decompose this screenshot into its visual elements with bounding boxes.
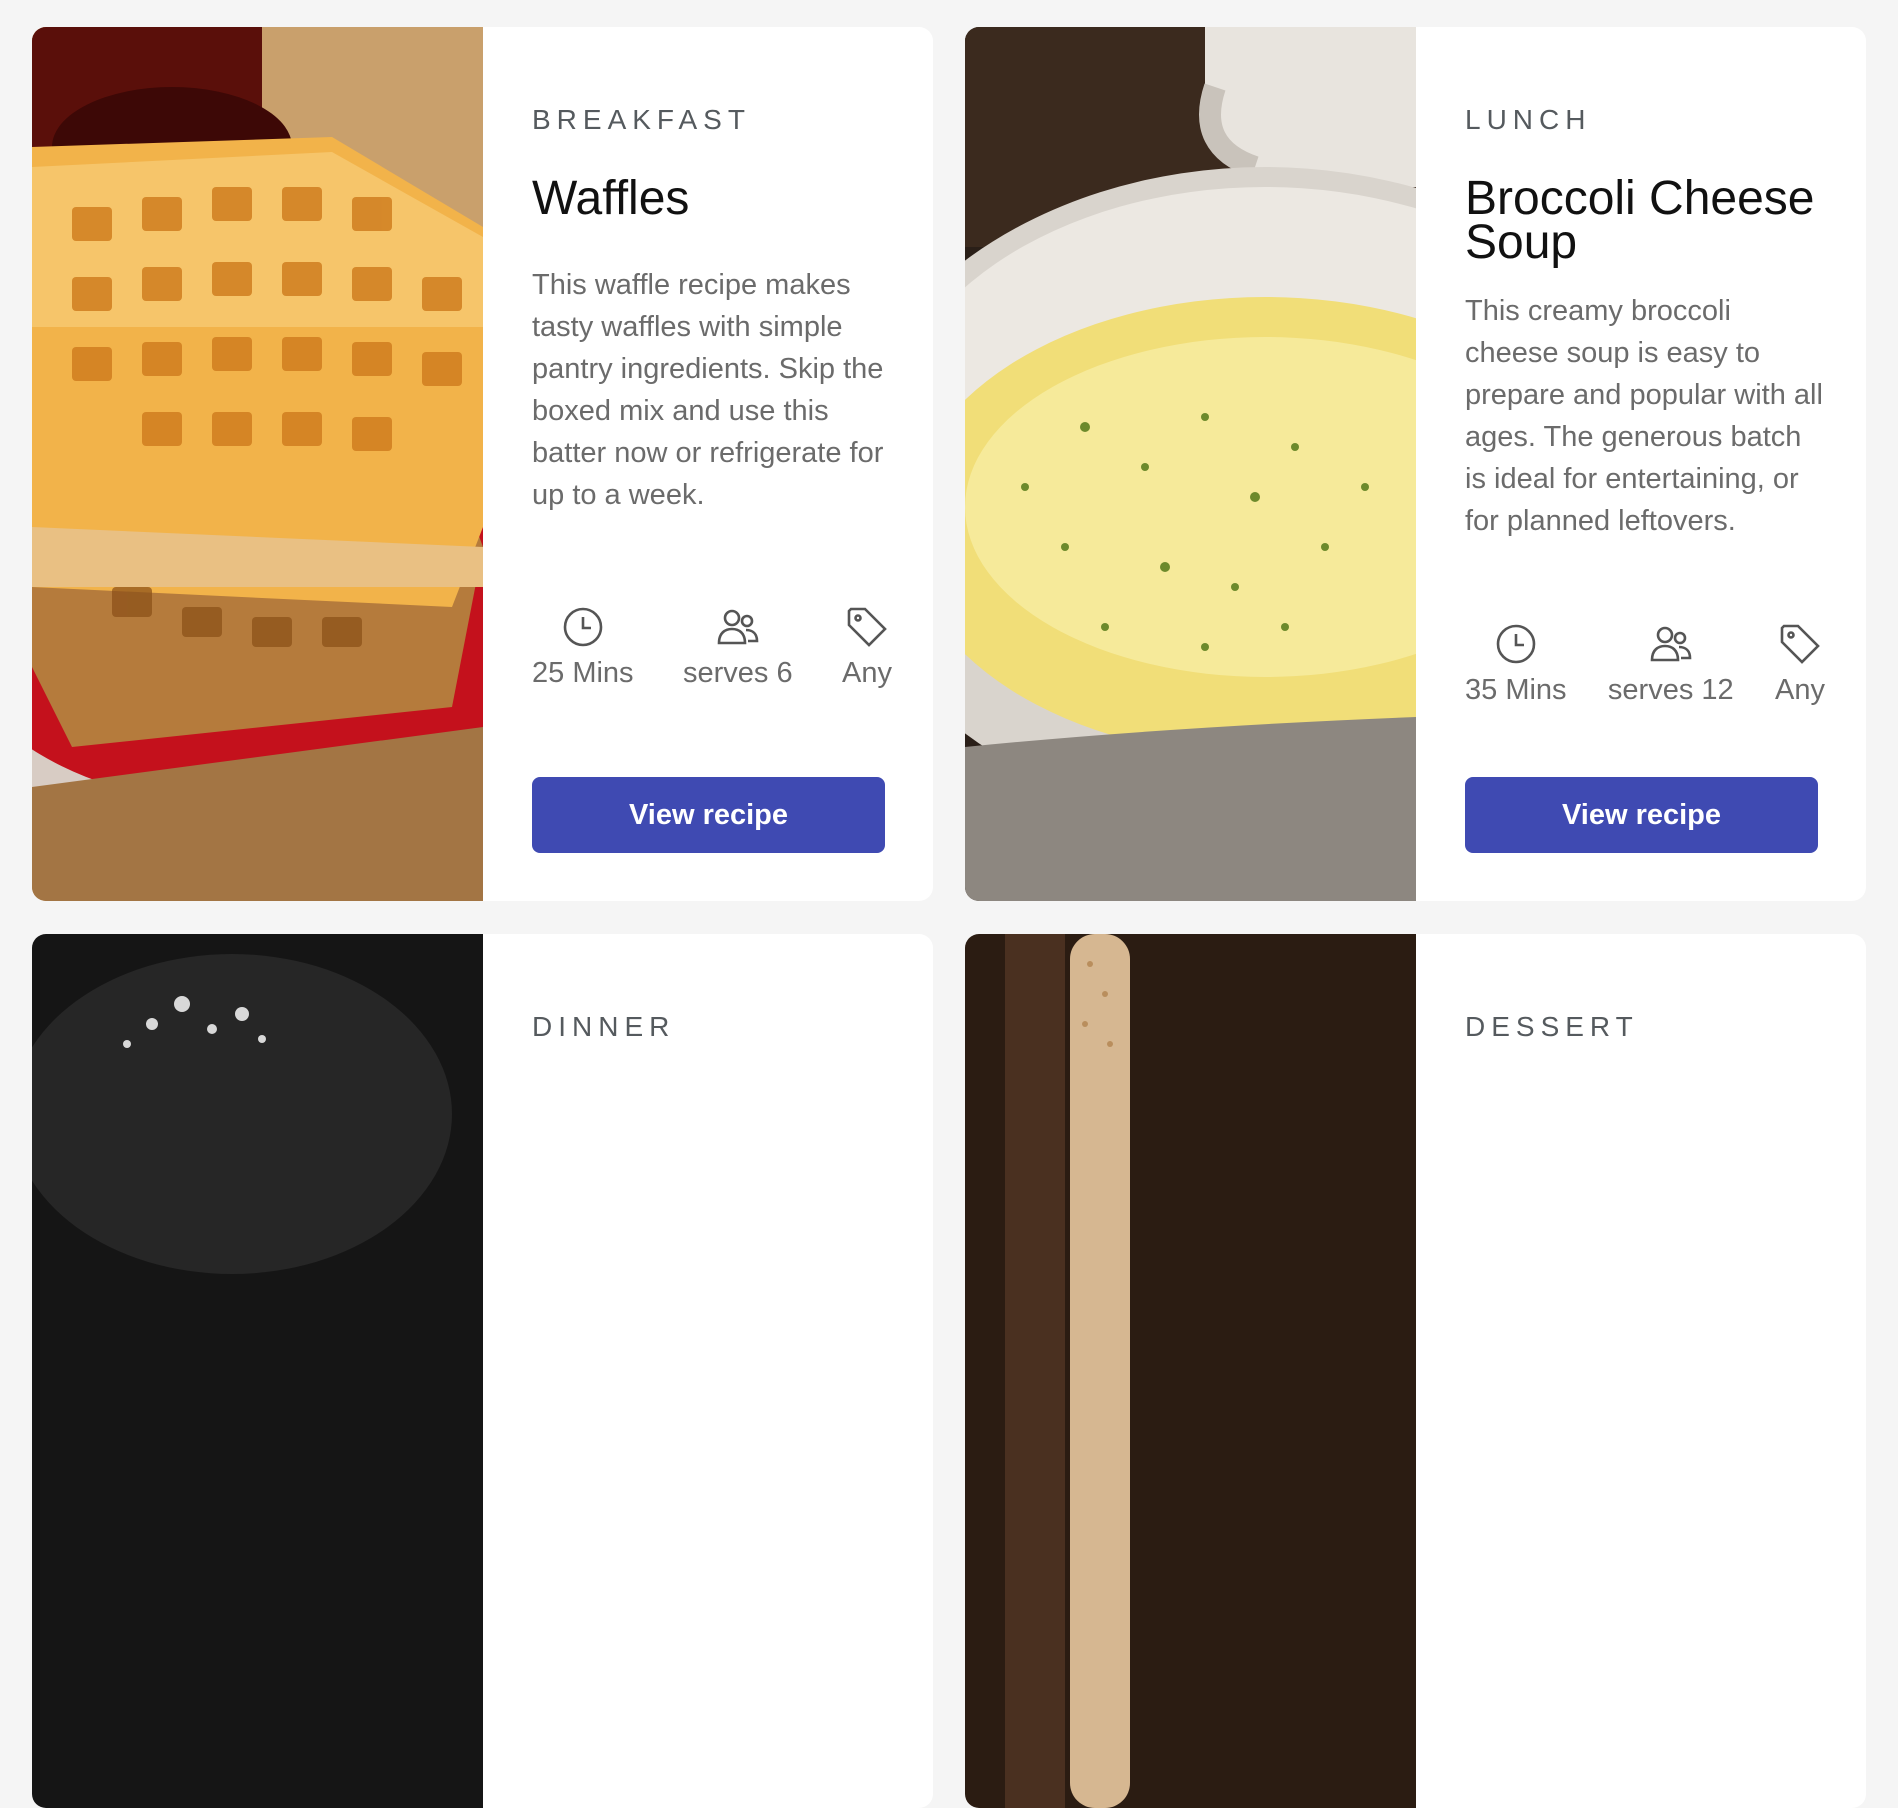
recipe-card: LUNCH Broccoli Cheese Soup This creamy b… <box>965 27 1866 901</box>
serves-info: serves 12 <box>1608 622 1734 707</box>
recipe-meta: 35 Mins serves 12 Any <box>1465 622 1825 707</box>
serves-info: serves 6 <box>683 605 793 690</box>
view-recipe-button[interactable]: View recipe <box>532 777 885 853</box>
dessert-image <box>965 934 1416 1808</box>
recipe-description: This waffle recipe makes tasty waffles w… <box>532 269 884 511</box>
card-body: BREAKFAST Waffles This waffle recipe mak… <box>483 27 933 901</box>
time-info: 25 Mins <box>532 605 634 690</box>
recipe-card: BREAKFAST Waffles This waffle recipe mak… <box>32 27 933 901</box>
category-label: BREAKFAST <box>532 104 751 135</box>
recipe-grid: BREAKFAST Waffles This waffle recipe mak… <box>0 0 1898 1808</box>
tag-icon <box>847 607 887 647</box>
card-body: DESSERT <box>1416 934 1866 1808</box>
recipe-title: Broccoli Cheese Soup <box>1465 172 1815 269</box>
recipe-description: This creamy broccoli cheese soup is easy… <box>1465 295 1823 537</box>
category-label: DINNER <box>532 1011 676 1042</box>
recipe-card: DINNER <box>32 934 933 1808</box>
recipe-meta: 25 Mins serves 6 Any <box>532 605 892 690</box>
card-body: DINNER <box>483 934 933 1808</box>
tag-icon <box>1780 624 1820 664</box>
clock-icon <box>563 607 603 647</box>
clock-icon <box>1496 624 1536 664</box>
recipe-card: DESSERT <box>965 934 1866 1808</box>
tag-value: Any <box>842 657 892 689</box>
serves-value: serves 6 <box>682 657 793 689</box>
tag-info: Any <box>842 605 892 690</box>
view-recipe-button[interactable]: View recipe <box>1465 777 1818 853</box>
recipe-title: Waffles <box>532 172 690 225</box>
tag-info: Any <box>1775 622 1825 707</box>
waffles-image <box>32 27 483 901</box>
tag-value: Any <box>1775 674 1825 706</box>
category-label: LUNCH <box>1465 104 1592 135</box>
serves-value: serves 12 <box>1607 674 1734 706</box>
time-value: 25 Mins <box>532 657 634 689</box>
card-body: LUNCH Broccoli Cheese Soup This creamy b… <box>1416 27 1866 901</box>
dinner-image <box>32 934 483 1808</box>
soup-image <box>965 27 1416 901</box>
users-icon <box>717 609 759 645</box>
time-value: 35 Mins <box>1465 674 1567 706</box>
users-icon <box>1650 626 1692 662</box>
time-info: 35 Mins <box>1465 622 1567 707</box>
category-label: DESSERT <box>1465 1011 1639 1042</box>
